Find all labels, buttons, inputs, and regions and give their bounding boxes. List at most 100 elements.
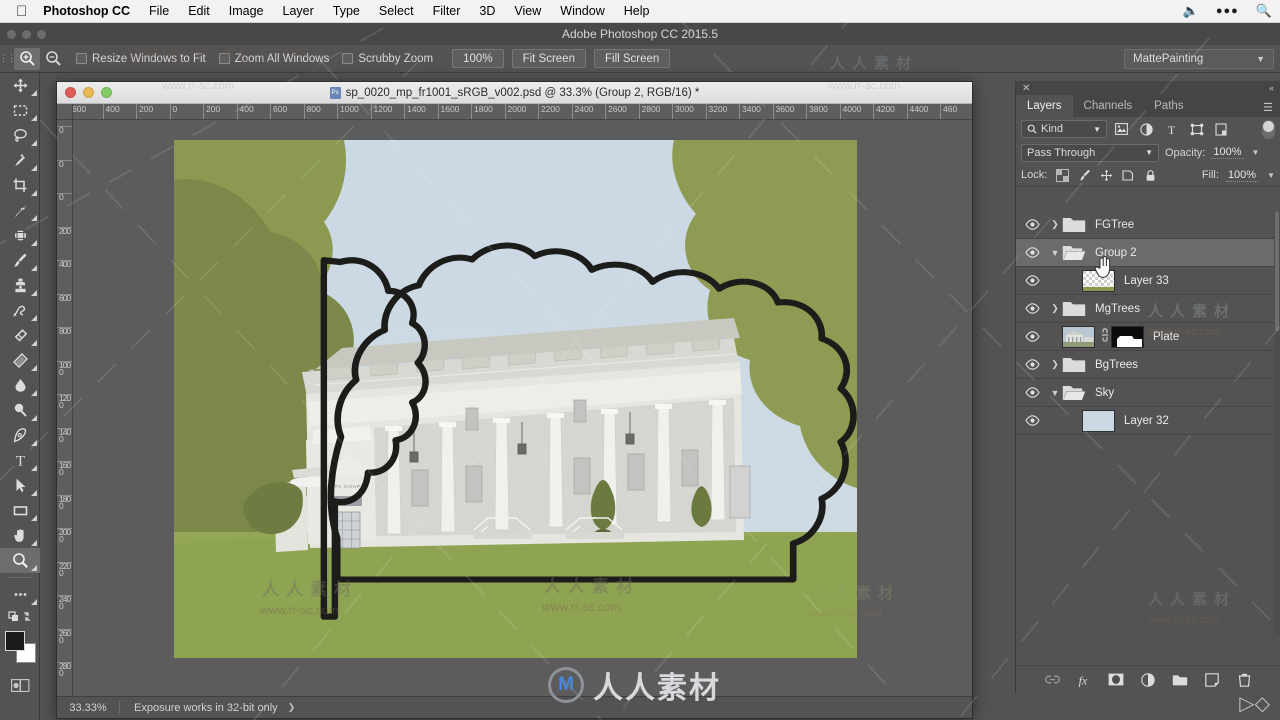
smart-object-filter-icon[interactable] <box>1211 120 1232 138</box>
zoom-all-windows-checkbox[interactable]: Zoom All Windows <box>218 53 329 65</box>
foreground-color-swatch[interactable] <box>5 631 25 651</box>
shape-filter-icon[interactable] <box>1186 120 1207 138</box>
link-layers-button[interactable] <box>1043 671 1061 689</box>
layer-row[interactable]: . Layer 32 <box>1016 407 1280 435</box>
layer-visibility-toggle[interactable] <box>1016 379 1048 407</box>
lock-artboard-nesting-icon[interactable] <box>1121 168 1136 183</box>
layer-name[interactable]: Sky <box>1095 387 1114 399</box>
chevron-right-icon[interactable]: ❯ <box>1048 219 1062 230</box>
tab-channels[interactable]: Channels <box>1073 95 1144 117</box>
layer-name[interactable]: Layer 33 <box>1124 275 1169 287</box>
quick-mask-button[interactable] <box>0 673 40 698</box>
clone-stamp-tool[interactable] <box>0 273 40 298</box>
layer-row[interactable]: . Plate <box>1016 323 1280 351</box>
layer-row[interactable]: ❯ BgTrees <box>1016 351 1280 379</box>
chevron-down-icon[interactable]: ▼ <box>1048 248 1062 258</box>
chevron-right-icon[interactable]: ❯ <box>288 702 296 713</box>
layer-row[interactable]: ▼ Group 2 <box>1016 239 1280 267</box>
artboard[interactable]: FOREST LAWN MORTUARY <box>174 140 857 658</box>
horizontal-ruler[interactable]: 600 400 200 0 200 400 600 800 1000 1200 1400 1600 18… <box>57 104 972 120</box>
layer-visibility-toggle[interactable] <box>1016 239 1048 267</box>
layer-row[interactable]: ▼ Sky <box>1016 379 1280 407</box>
type-tool[interactable]: T <box>0 448 40 473</box>
quick-selection-tool[interactable] <box>0 148 40 173</box>
path-selection-tool[interactable] <box>0 473 40 498</box>
layer-name[interactable]: FGTree <box>1095 219 1134 231</box>
zoom-100-percent-button[interactable]: 100% <box>452 49 504 68</box>
history-brush-tool[interactable] <box>0 298 40 323</box>
eraser-tool[interactable] <box>0 323 40 348</box>
scrubby-zoom-checkbox[interactable]: Scrubby Zoom <box>342 53 433 65</box>
gradient-tool[interactable] <box>0 348 40 373</box>
add-layer-mask-button[interactable] <box>1107 671 1125 689</box>
chevron-down-icon[interactable]: ▼ <box>1267 171 1275 180</box>
rectangle-tool[interactable] <box>0 498 40 523</box>
lasso-tool[interactable] <box>0 123 40 148</box>
layer-visibility-toggle[interactable] <box>1016 407 1048 435</box>
layer-visibility-toggle[interactable] <box>1016 267 1048 295</box>
panel-menu-icon[interactable]: ☰ <box>1263 101 1273 114</box>
new-layer-button[interactable] <box>1203 671 1221 689</box>
blur-tool[interactable] <box>0 373 40 398</box>
menu-item-layer[interactable]: Layer <box>283 4 314 18</box>
brush-tool[interactable] <box>0 248 40 273</box>
filter-toggle-switch[interactable] <box>1262 119 1275 139</box>
fill-value[interactable]: 100% <box>1225 169 1259 182</box>
opacity-value[interactable]: 100% <box>1211 146 1244 159</box>
menu-item-type[interactable]: Type <box>333 4 360 18</box>
chevron-right-icon[interactable]: ❯ <box>1048 359 1062 370</box>
layer-name[interactable]: MgTrees <box>1095 303 1140 315</box>
layers-scrollbar[interactable] <box>1274 211 1280 635</box>
tab-paths[interactable]: Paths <box>1143 95 1194 117</box>
layer-visibility-toggle[interactable] <box>1016 323 1048 351</box>
menu-item-photoshop[interactable]: Photoshop CC <box>43 4 130 18</box>
layer-visibility-toggle[interactable] <box>1016 211 1048 239</box>
blend-mode-select[interactable]: Pass Through ▼ <box>1021 143 1159 162</box>
fill-screen-button[interactable]: Fill Screen <box>593 49 671 68</box>
zoom-out-tool-icon[interactable] <box>40 48 66 70</box>
fit-screen-button[interactable]: Fit Screen <box>511 49 586 68</box>
menu-item-file[interactable]: File <box>149 4 169 18</box>
new-adjustment-layer-button[interactable] <box>1139 671 1157 689</box>
spot-healing-brush-tool[interactable] <box>0 223 40 248</box>
pixel-filter-icon[interactable] <box>1111 120 1132 138</box>
menu-item-edit[interactable]: Edit <box>188 4 210 18</box>
hand-tool[interactable] <box>0 523 40 548</box>
tab-layers[interactable]: Layers <box>1016 95 1073 117</box>
control-center-icon[interactable]: ●●● <box>1216 5 1239 17</box>
menu-item-help[interactable]: Help <box>624 4 650 18</box>
menu-item-window[interactable]: Window <box>560 4 604 18</box>
resize-windows-to-fit-checkbox[interactable]: Resize Windows to Fit <box>76 53 206 65</box>
workspace-selector[interactable]: MattePainting ▼ <box>1124 48 1274 69</box>
eyedropper-tool[interactable] <box>0 198 40 223</box>
lock-transparent-pixels-icon[interactable] <box>1055 168 1070 183</box>
close-icon[interactable]: ✕ <box>1022 83 1030 94</box>
zoom-in-tool-icon[interactable] <box>14 47 40 70</box>
menu-item-image[interactable]: Image <box>229 4 264 18</box>
adjustment-filter-icon[interactable] <box>1136 120 1157 138</box>
pen-tool[interactable] <box>0 423 40 448</box>
layer-visibility-toggle[interactable] <box>1016 295 1048 323</box>
options-bar-grip[interactable]: ⋮⋮ <box>0 45 16 73</box>
layer-mask-thumbnail[interactable] <box>1111 325 1144 348</box>
app-zoom-button[interactable] <box>37 29 46 39</box>
layer-row[interactable]: ❯ FGTree <box>1016 211 1280 239</box>
edit-toolbar-button[interactable] <box>0 582 40 607</box>
app-minimize-button[interactable] <box>22 29 31 39</box>
rectangular-marquee-tool[interactable] <box>0 98 40 123</box>
zoom-level[interactable]: 33.33% <box>57 702 119 714</box>
layer-list[interactable]: ❯ FGTree ▼Group 2. Layer 33 ❯ MgTrees. Plate ❯ B… <box>1016 211 1280 635</box>
delete-layer-button[interactable] <box>1235 671 1253 689</box>
dodge-tool[interactable] <box>0 398 40 423</box>
filter-kind-select[interactable]: Kind ▼ <box>1021 120 1107 138</box>
move-tool[interactable] <box>0 73 40 98</box>
menu-item-3d[interactable]: 3D <box>479 4 495 18</box>
chevron-down-icon[interactable]: ▼ <box>1252 148 1260 157</box>
app-close-button[interactable] <box>7 29 16 39</box>
layer-name[interactable]: BgTrees <box>1095 359 1138 371</box>
color-swatches[interactable] <box>0 629 40 671</box>
layer-thumbnail[interactable] <box>1062 325 1095 348</box>
layer-visibility-toggle[interactable] <box>1016 351 1048 379</box>
vertical-ruler[interactable]: 0 0 0 200 400 600 800 1000 1200 1400 1600 1800 2000 2… <box>57 120 73 718</box>
volume-icon[interactable]: 🔈 <box>1183 3 1199 19</box>
